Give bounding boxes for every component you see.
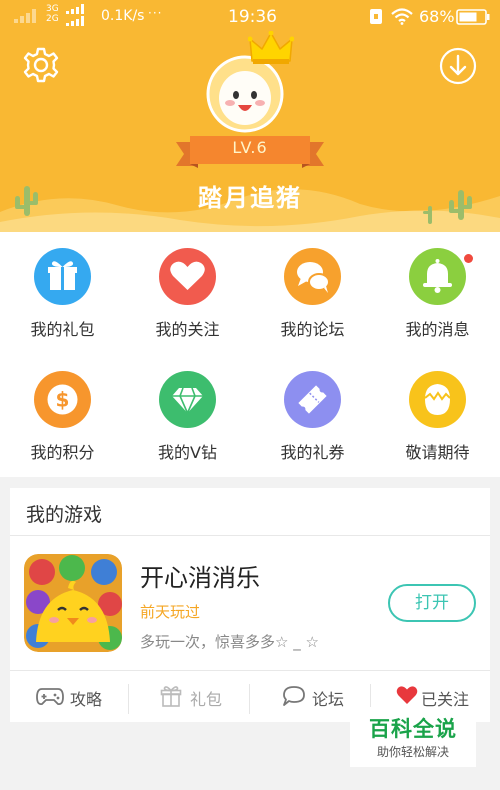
menu-label: 我的礼包 — [30, 320, 95, 339]
menu-my-messages[interactable]: 我的消息 — [375, 232, 500, 352]
menu-my-follows[interactable]: 我的关注 — [125, 232, 250, 352]
watermark: 百科全说 助你轻松解决 — [350, 707, 476, 767]
game-description: 多玩一次，惊喜多多☆ _ ☆ — [140, 633, 319, 651]
svg-text:$: $ — [56, 388, 70, 412]
status-bar: 3G 2G 0.1K/s ··· 19:36 68% — [0, 0, 500, 34]
dollar-icon: $ — [34, 371, 91, 428]
unread-dot — [464, 254, 473, 263]
menu-label: 我的礼券 — [280, 443, 345, 462]
menu-label: 我的积分 — [30, 443, 95, 462]
game-icon[interactable] — [24, 554, 122, 652]
menu-my-gifts[interactable]: 我的礼包 — [0, 232, 125, 352]
more-indicator: ··· — [148, 6, 163, 20]
open-game-button[interactable]: 打开 — [388, 584, 476, 622]
my-games-card: 我的游戏 开心消消乐 前天玩过 多玩一次，惊喜多多☆ _ ☆ 打开 攻略 礼包 … — [10, 488, 490, 722]
watermark-title: 百科全说 — [369, 717, 457, 741]
feature-grid: 我的礼包 我的关注 我的论坛 我的消息 $ 我的积分 我的V钻 我的礼券 敬请期… — [0, 232, 500, 477]
bell-icon — [409, 248, 466, 305]
menu-label: 我的消息 — [405, 320, 470, 339]
divider — [10, 535, 490, 536]
lock-icon — [370, 9, 382, 24]
divider — [249, 684, 250, 714]
crown-icon — [248, 31, 294, 64]
level-badge: LV.6 — [232, 138, 268, 157]
clock: 19:36 — [228, 7, 277, 27]
divider — [10, 670, 490, 671]
chat-outline-icon — [283, 686, 305, 706]
action-label: 攻略 — [70, 690, 103, 709]
section-title: 我的游戏 — [26, 504, 103, 526]
heart-icon — [159, 248, 216, 305]
menu-label: 我的论坛 — [280, 320, 345, 339]
profile-header: 3G 2G 0.1K/s ··· 19:36 68% LV.6 踏月追猪 — [0, 0, 500, 232]
guide-button[interactable]: 攻略 — [36, 682, 156, 714]
gift-icon — [34, 248, 91, 305]
last-played: 前天玩过 — [140, 603, 201, 621]
download-icon[interactable] — [439, 47, 477, 85]
menu-my-forum[interactable]: 我的论坛 — [250, 232, 375, 352]
gift-button[interactable]: 礼包 — [160, 682, 280, 714]
ticket-icon — [284, 371, 341, 428]
signal-empty-icon — [14, 9, 36, 23]
heart-filled-icon — [396, 686, 418, 704]
menu-label: 我的V钻 — [158, 443, 217, 462]
username: 踏月追猪 — [198, 184, 302, 212]
settings-gear-icon[interactable] — [22, 46, 60, 84]
battery-icon — [456, 9, 490, 25]
action-label: 礼包 — [190, 690, 223, 709]
watermark-subtitle: 助你轻松解决 — [376, 745, 449, 759]
diamond-icon — [159, 371, 216, 428]
chat-bubbles-icon — [284, 248, 341, 305]
menu-my-vdiamond[interactable]: 我的V钻 — [125, 355, 250, 475]
menu-label: 我的关注 — [155, 320, 220, 339]
action-label: 论坛 — [312, 690, 345, 709]
network-type: 3G 2G — [46, 4, 59, 24]
menu-label: 敬请期待 — [405, 443, 470, 462]
gift-outline-icon — [160, 686, 182, 707]
signal-icon — [66, 4, 84, 26]
battery-percent: 68% — [419, 7, 455, 26]
network-speed: 0.1K/s — [101, 8, 145, 24]
egg-icon — [409, 371, 466, 428]
menu-my-points[interactable]: $ 我的积分 — [0, 355, 125, 475]
divider — [128, 684, 129, 714]
menu-coming-soon[interactable]: 敬请期待 — [375, 355, 500, 475]
menu-my-coupons[interactable]: 我的礼券 — [250, 355, 375, 475]
wifi-icon — [391, 8, 413, 25]
game-name[interactable]: 开心消消乐 — [140, 558, 260, 593]
gamepad-icon — [36, 688, 64, 706]
